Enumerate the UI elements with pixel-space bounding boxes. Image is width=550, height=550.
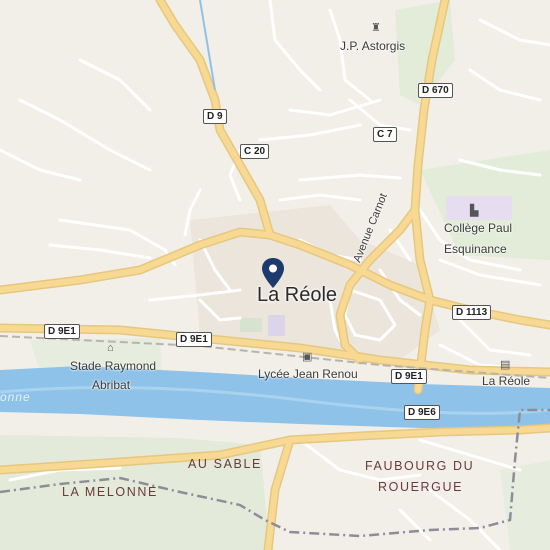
bus-icon: ▣ [302,351,313,363]
poi-station[interactable]: La Réole [482,374,530,388]
locality-au-sable[interactable]: AU SABLE [188,457,262,471]
road-shield-d9[interactable]: D 9 [203,109,227,124]
poi-stade-line1[interactable]: Stade Raymond [70,359,156,373]
poi-astorgis[interactable]: J.P. Astorgis [340,39,405,53]
road-shield-d1113[interactable]: D 1113 [452,305,492,320]
locality-faubourg-line2[interactable]: ROUERGUE [378,480,463,494]
locality-faubourg-line1[interactable]: FAUBOURG DU [365,459,474,473]
road-shield-d9e6[interactable]: D 9E6 [404,405,440,420]
poi-college-line2[interactable]: Esquinance [444,242,507,256]
road-shield-c7[interactable]: C 7 [373,127,397,142]
poi-stade-line2[interactable]: Abribat [92,378,130,392]
road-shield-d670[interactable]: D 670 [418,83,453,98]
road-shield-d9e1-right[interactable]: D 9E1 [391,369,427,384]
locality-la-melonne[interactable]: LA MELONNE [62,485,158,499]
town-label[interactable]: La Réole [257,284,337,307]
road-shield-d9e1-left[interactable]: D 9E1 [44,324,80,339]
poi-college-line1[interactable]: Collège Paul [444,221,512,235]
shop-icon: ♜ [371,22,381,34]
road-shield-c20[interactable]: C 20 [240,144,270,159]
river-label: onne [0,390,31,404]
sports-icon: ⌂ [107,342,114,354]
poi-lycee[interactable]: Lycée Jean Renou [258,367,358,381]
road-shield-d9e1-mid[interactable]: D 9E1 [176,332,212,347]
map-canvas[interactable]: La Réole ♜ J.P. Astorgis ▙ Collège Paul … [0,0,550,550]
school-icon: ▙ [470,205,479,217]
train-icon: ▤ [500,359,511,371]
